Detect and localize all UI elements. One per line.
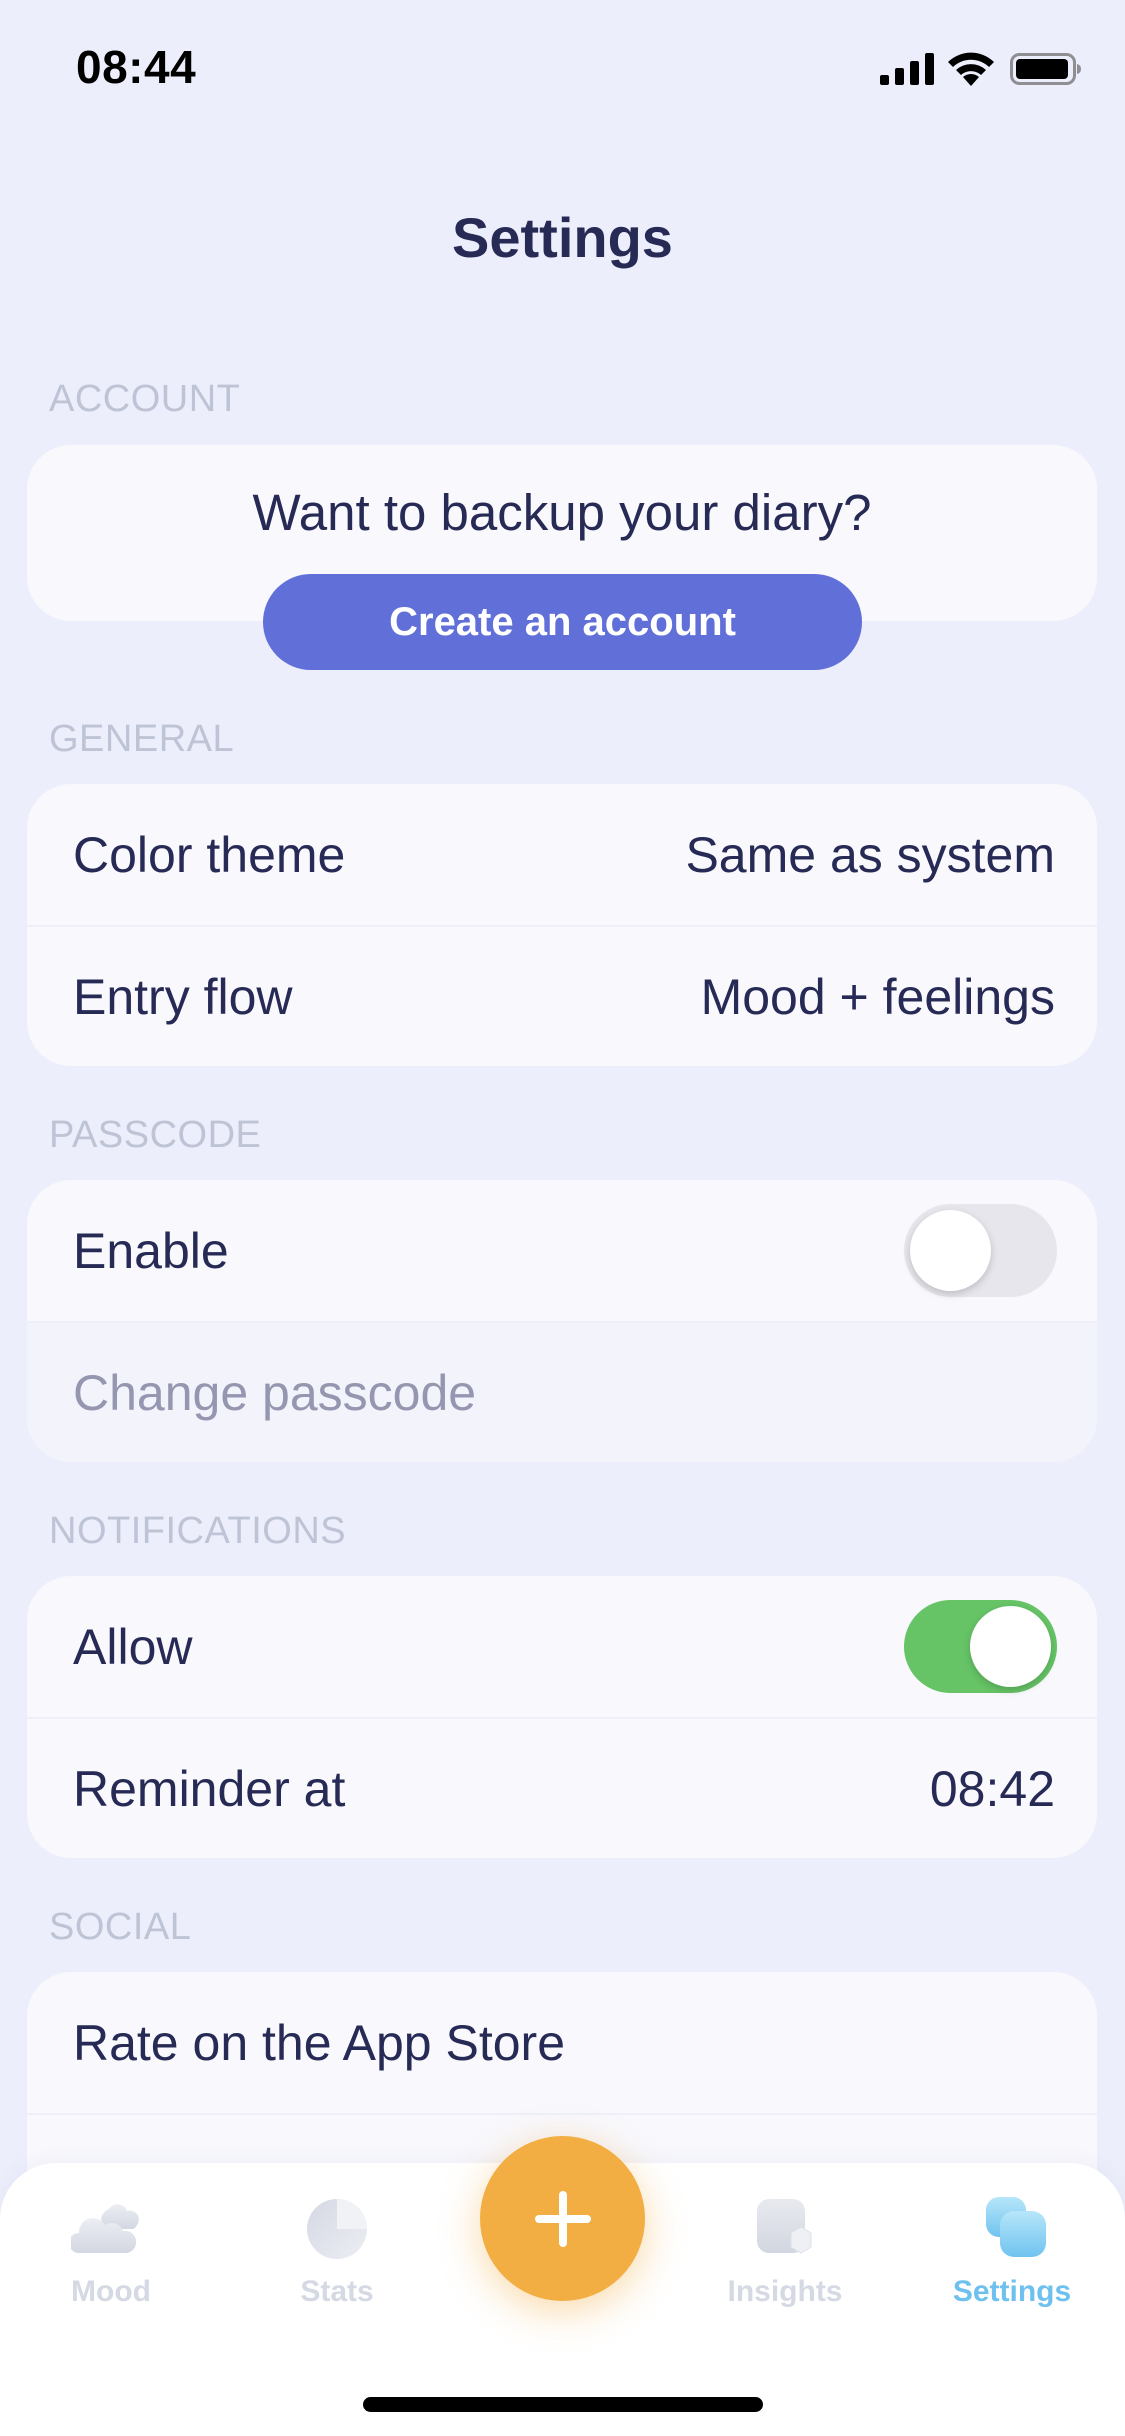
- reminder-label: Reminder at: [73, 1760, 346, 1817]
- reminder-time: 08:42: [929, 1760, 1055, 1817]
- tab-mood-label: Mood: [71, 2275, 151, 2308]
- reminder-row[interactable]: Reminder at 08:42: [27, 1717, 1097, 1858]
- section-header-notifications: NOTIFICATIONS: [49, 1510, 347, 1552]
- rate-app-row[interactable]: Rate on the App Store: [27, 1972, 1097, 2113]
- battery-icon: [1010, 53, 1081, 85]
- change-passcode-row[interactable]: Change passcode: [27, 1321, 1097, 1462]
- pie-chart-icon: [307, 2199, 367, 2259]
- rate-app-label: Rate on the App Store: [73, 2014, 566, 2071]
- tab-mood[interactable]: Mood: [21, 2163, 201, 2333]
- add-entry-button[interactable]: [480, 2136, 645, 2301]
- tab-settings-label: Settings: [952, 2275, 1072, 2308]
- notifications-allow-label: Allow: [73, 1618, 193, 1675]
- section-header-account: ACCOUNT: [49, 378, 241, 420]
- toggle-knob: [970, 1606, 1051, 1687]
- passcode-enable-row: Enable: [27, 1180, 1097, 1321]
- passcode-card: Enable Change passcode: [27, 1180, 1097, 1462]
- section-header-general: GENERAL: [49, 718, 235, 760]
- notifications-allow-toggle[interactable]: [904, 1600, 1057, 1693]
- clouds-icon: [71, 2204, 139, 2253]
- general-card: Color theme Same as system Entry flow Mo…: [27, 784, 1097, 1066]
- passcode-enable-label: Enable: [73, 1222, 229, 1279]
- create-account-button[interactable]: Create an account: [263, 574, 862, 670]
- notifications-card: Allow Reminder at 08:42: [27, 1576, 1097, 1858]
- color-theme-value: Same as system: [685, 826, 1055, 883]
- tab-stats[interactable]: Stats: [247, 2163, 427, 2333]
- wifi-icon: [948, 52, 994, 86]
- tab-stats-label: Stats: [300, 2275, 374, 2308]
- status-time: 08:44: [76, 41, 197, 93]
- toggle-knob: [910, 1210, 991, 1291]
- home-indicator[interactable]: [363, 2397, 763, 2412]
- tab-insights-label: Insights: [727, 2275, 843, 2308]
- section-header-social: SOCIAL: [49, 1906, 192, 1948]
- backup-prompt: Want to backup your diary?: [252, 484, 872, 541]
- signal-icon: [880, 53, 934, 85]
- settings-squares-icon: [986, 2197, 1046, 2257]
- tab-settings[interactable]: Settings: [922, 2163, 1102, 2333]
- passcode-enable-toggle[interactable]: [904, 1204, 1057, 1297]
- tab-insights[interactable]: Insights: [695, 2163, 875, 2333]
- entry-flow-label: Entry flow: [73, 968, 293, 1025]
- change-passcode-label: Change passcode: [73, 1364, 477, 1421]
- insights-icon: [757, 2199, 812, 2254]
- entry-flow-row[interactable]: Entry flow Mood + feelings: [27, 925, 1097, 1066]
- color-theme-label: Color theme: [73, 826, 346, 883]
- status-bar: 08:44: [0, 0, 1125, 132]
- notifications-allow-row: Allow: [27, 1576, 1097, 1717]
- entry-flow-value: Mood + feelings: [700, 968, 1055, 1025]
- plus-icon: [534, 2190, 591, 2247]
- section-header-passcode: PASSCODE: [49, 1114, 262, 1156]
- color-theme-row[interactable]: Color theme Same as system: [27, 784, 1097, 925]
- page-title: Settings: [452, 206, 673, 269]
